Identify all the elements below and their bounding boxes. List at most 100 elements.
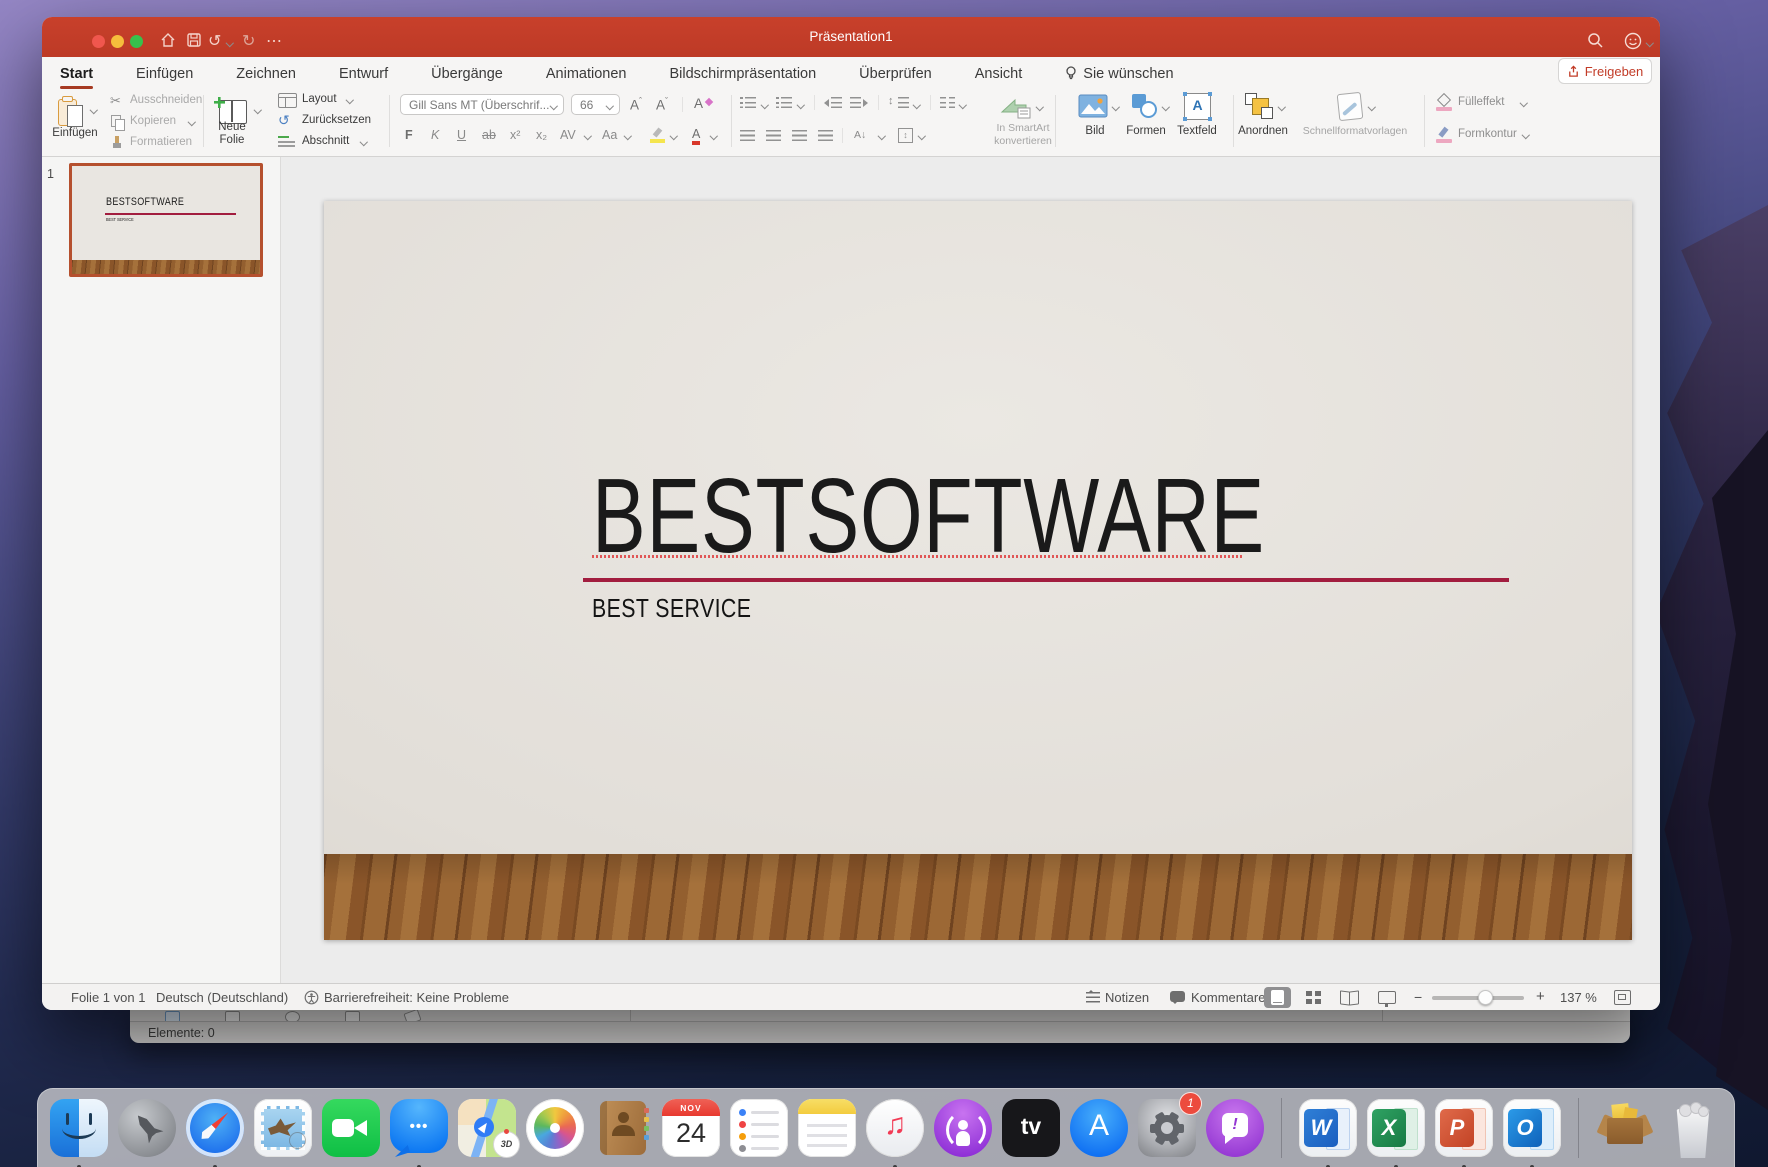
layout-icon[interactable] — [278, 93, 297, 108]
tab-animationen[interactable]: Animationen — [546, 66, 627, 82]
cut-label[interactable]: Ausschneiden — [130, 94, 202, 106]
font-color-button[interactable]: A — [692, 128, 700, 145]
comments-toggle[interactable]: Kommentare — [1191, 990, 1265, 1005]
font-name-select[interactable]: Gill Sans MT (Überschrif... — [400, 94, 564, 115]
align-right-icon[interactable] — [792, 130, 807, 141]
text-direction-icon[interactable]: A↓ — [854, 128, 866, 142]
tab-bildschirmpraesentation[interactable]: Bildschirmpräsentation — [669, 66, 816, 82]
shrink-font-button[interactable]: Aˇ — [656, 96, 668, 113]
columns-chevron-icon[interactable] — [959, 101, 967, 109]
dock-excel-icon[interactable]: X — [1364, 1096, 1428, 1160]
tab-start[interactable]: Start — [60, 66, 93, 82]
reset-label[interactable]: Zurücksetzen — [302, 114, 371, 126]
arrange-button[interactable] — [1245, 93, 1273, 119]
zoom-level[interactable]: 137 % — [1560, 990, 1597, 1005]
toolbar-stub-icon[interactable] — [225, 1011, 240, 1022]
picture-icon[interactable] — [1078, 94, 1108, 118]
format-painter-icon[interactable] — [110, 136, 123, 149]
fit-to-window-button[interactable] — [1614, 990, 1631, 1005]
dock-maps-icon[interactable]: 3D — [455, 1096, 519, 1160]
slideshow-view-button[interactable] — [1378, 991, 1396, 1004]
copy-chevron-icon[interactable] — [188, 118, 196, 126]
tab-ueberpruefen[interactable]: Überprüfen — [859, 66, 932, 82]
dock-mail-icon[interactable] — [251, 1096, 315, 1160]
italic-button[interactable]: K — [431, 128, 439, 142]
tab-uebergaenge[interactable]: Übergänge — [431, 66, 503, 82]
columns-icon[interactable] — [940, 97, 955, 108]
dock-finder-icon[interactable] — [47, 1096, 111, 1160]
bold-button[interactable]: F — [405, 128, 413, 142]
subscript-button[interactable]: x₂ — [536, 128, 547, 142]
numbering-icon[interactable] — [781, 97, 792, 108]
text-direction-chevron-icon[interactable] — [878, 132, 886, 140]
new-slide-button[interactable] — [214, 97, 248, 124]
dock-calendar-icon[interactable]: NOV24 — [659, 1096, 723, 1160]
reset-slide-icon[interactable]: ↺ — [278, 113, 290, 127]
shapes-button[interactable] — [1132, 94, 1156, 118]
background-window[interactable]: Elemente: 0 — [130, 1007, 1630, 1043]
textbox-button[interactable]: A — [1184, 93, 1211, 120]
justify-icon[interactable] — [818, 130, 833, 141]
section-chevron-icon[interactable] — [360, 138, 368, 146]
picture-chevron-icon[interactable] — [1112, 103, 1120, 111]
font-size-select[interactable]: 66 — [571, 94, 620, 115]
increase-indent-icon[interactable] — [850, 97, 861, 108]
slide-sorter-view-button[interactable] — [1306, 991, 1312, 996]
scissors-icon[interactable]: ✂ — [110, 94, 121, 108]
account-chevron-icon[interactable] — [1646, 39, 1654, 47]
slide-canvas[interactable]: BESTSOFTWARE BEST SERVICE — [324, 201, 1632, 940]
arrange-label[interactable]: Anordnen — [1230, 125, 1296, 138]
dock-word-icon[interactable]: W — [1296, 1096, 1360, 1160]
highlight-chevron-icon[interactable] — [670, 132, 678, 140]
title-bar[interactable]: ↺ ↻ ⋯ Präsentation1 — [42, 17, 1660, 57]
dock-launchpad-icon[interactable] — [115, 1096, 179, 1160]
character-spacing-button[interactable]: AV — [560, 128, 576, 142]
tab-entwurf[interactable]: Entwurf — [339, 66, 388, 82]
tab-ansicht[interactable]: Ansicht — [975, 66, 1023, 82]
toolbar-stub-icon[interactable] — [165, 1011, 180, 1022]
notes-toggle[interactable]: Notizen — [1105, 990, 1149, 1005]
copy-icon[interactable] — [111, 115, 124, 129]
dock-feedback-assistant-icon[interactable]: ! — [1203, 1096, 1267, 1160]
change-case-chevron-icon[interactable] — [624, 132, 632, 140]
toolbar-stub-icon[interactable] — [345, 1011, 360, 1022]
bullets-chevron-icon[interactable] — [761, 101, 769, 109]
tab-sie-wuenschen[interactable]: Sie wünschen — [1065, 66, 1173, 82]
dock-podcasts-icon[interactable] — [931, 1096, 995, 1160]
dock-music-icon[interactable]: ♫ — [863, 1096, 927, 1160]
paste-chevron-icon[interactable] — [90, 106, 98, 114]
shape-fill-label[interactable]: Fülleffekt — [1458, 96, 1504, 108]
decrease-indent-icon[interactable] — [831, 97, 842, 108]
dock-safari-icon[interactable] — [183, 1096, 247, 1160]
zoom-out-button[interactable]: − — [1414, 989, 1422, 1005]
shape-fill-icon[interactable] — [1436, 95, 1452, 111]
smartart-icon[interactable] — [1000, 96, 1032, 120]
dock-facetime-icon[interactable] — [319, 1096, 383, 1160]
toolbar-stub-icon[interactable] — [403, 1009, 421, 1022]
accessibility-status[interactable]: Barrierefreiheit: Keine Probleme — [324, 990, 509, 1005]
align-center-icon[interactable] — [766, 130, 781, 141]
superscript-button[interactable]: x² — [510, 128, 520, 142]
align-left-icon[interactable] — [740, 130, 755, 141]
zoom-in-button[interactable]: + — [1536, 988, 1545, 1005]
dock-installer-box-icon[interactable] — [1593, 1096, 1657, 1160]
section-icon[interactable] — [278, 136, 295, 149]
arrange-chevron-icon[interactable] — [1278, 103, 1286, 111]
dock-powerpoint-icon[interactable]: P — [1432, 1096, 1496, 1160]
smartart-label[interactable]: In SmartArtkonvertieren — [968, 122, 1078, 147]
grow-font-button[interactable]: Aˆ — [630, 96, 642, 113]
dock-system-preferences-icon[interactable]: 1 — [1135, 1096, 1199, 1160]
dock-notes-icon[interactable] — [795, 1096, 859, 1160]
change-case-button[interactable]: Aa — [602, 128, 617, 142]
dock-contacts-icon[interactable] — [591, 1096, 655, 1160]
layout-chevron-icon[interactable] — [346, 96, 354, 104]
line-spacing-chevron-icon[interactable] — [913, 101, 921, 109]
slide-title[interactable]: BESTSOFTWARE — [592, 463, 1265, 569]
align-text-icon[interactable]: ↕ — [898, 128, 913, 143]
layout-label[interactable]: Layout — [302, 93, 337, 105]
language-status[interactable]: Deutsch (Deutschland) — [156, 990, 288, 1005]
underline-button[interactable]: U — [457, 128, 466, 142]
shapes-chevron-icon[interactable] — [1162, 103, 1170, 111]
line-spacing-icon[interactable] — [898, 97, 909, 108]
shape-outline-label[interactable]: Formkontur — [1458, 128, 1517, 140]
